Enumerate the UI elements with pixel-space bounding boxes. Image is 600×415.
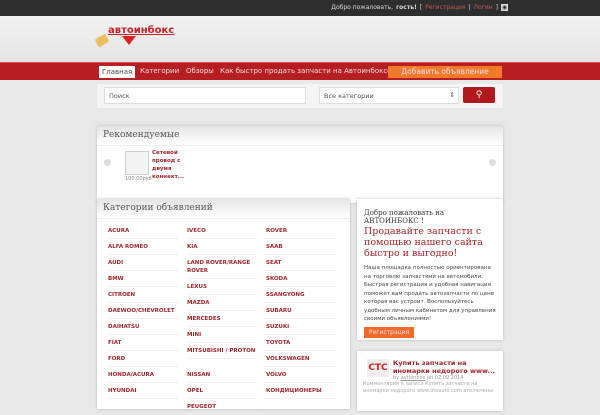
category-link[interactable]: SAAB [266,243,336,255]
add-listing-button[interactable]: Добавить объявление [388,66,502,78]
welcome-panel: Добро пожаловать на АВТОИНБОКС ! Продава… [357,199,503,340]
prev-arrow-icon[interactable] [104,159,111,166]
nav-how-to-sell[interactable]: Как быстро продать запчасти на Автоинбок… [220,67,397,75]
separator: [ [419,4,423,11]
category-link[interactable]: HYUNDAI [108,387,178,399]
nav-home[interactable]: Главная [99,66,136,78]
category-link[interactable]: VOLVO [266,371,336,383]
category-link[interactable]: MERCEDES [187,315,257,327]
header [0,16,600,62]
category-link[interactable]: BMW [108,275,178,287]
welcome-slogan: Продавайте запчасти с помощью нашего сай… [364,226,483,259]
register-button[interactable]: Регистрация [364,326,415,338]
post-thumbnail[interactable]: СТС [367,359,389,377]
search-input[interactable]: Поиск [104,87,306,104]
category-link[interactable]: КОНДИЦИОНЕРЫ [266,387,336,399]
category-link[interactable]: VOLKSWAGEN [266,355,336,367]
category-link[interactable]: FORD [108,355,178,367]
welcome-text: Добро пожаловать, [331,4,394,11]
logo-text: автоинбокс [108,25,175,36]
category-link[interactable]: DAIHATSU [108,323,178,335]
arrow-down-icon [122,36,136,45]
post-title[interactable]: Купить запчасти на иномарки недорого www… [393,359,497,375]
category-link[interactable]: ALFA ROMEO [108,243,178,255]
select-arrows-icon: ⇕ [449,91,455,99]
category-link[interactable]: SSANGYONG [266,291,336,303]
category-link[interactable]: SKODA [266,275,336,287]
category-link[interactable]: ROVER [266,227,336,239]
categories-panel: Категории объявлений ACURA ALFA ROMEO AUDI… [97,199,350,415]
category-link[interactable]: FIAT [108,339,178,351]
category-link[interactable]: OPEL [187,387,257,399]
separator: | [468,4,471,11]
featured-title: Рекомендуемые [97,126,503,146]
nav-categories[interactable]: Категории [140,67,179,75]
featured-panel: Рекомендуемые 100.00руб Сетевой провод с… [97,126,503,203]
nav-reviews[interactable]: Обзоры [186,67,214,75]
guest-label: гость! [396,4,417,11]
search-button[interactable]: ⚲ [463,87,495,103]
item-title[interactable]: Сетевой провод с двумя коннект... [152,149,184,181]
separator: ] [495,4,498,11]
category-link[interactable]: KIA [187,243,257,255]
search-bar: Поиск Все категории ⇕ ⚲ [97,84,503,108]
next-arrow-icon[interactable] [489,159,496,166]
categories-title: Категории объявлений [97,199,350,219]
category-link[interactable]: MITSUBISHI / PROTON [187,347,257,359]
category-link[interactable]: DAEWOO/CHEVROLET [108,307,178,319]
search-icon: ⚲ [475,90,483,100]
welcome-text: Наша площадка полностью ориентирована на… [364,265,496,322]
category-link[interactable]: TOYOTA [266,339,336,351]
main-nav: Главная Категории Обзоры Как быстро прод… [0,62,600,80]
item-thumbnail[interactable] [125,151,149,175]
rss-icon[interactable]: ◉ [501,4,508,11]
welcome-title: Добро пожаловать на АВТОИНБОКС ! [364,209,445,225]
category-link[interactable]: AUDI [108,259,178,271]
item-price: 100.00руб [125,176,152,182]
category-link[interactable]: ACURA [108,227,178,239]
post-excerpt: Комментарии к записи Купить запчасти на … [363,381,493,394]
category-link[interactable]: PEUGEOT [187,403,257,415]
login-link[interactable]: Логин [473,4,492,11]
category-select-value: Все категории [324,92,374,100]
category-link[interactable]: NISSAN [187,371,257,383]
register-link[interactable]: Регистрация [425,4,465,11]
site-logo[interactable]: автоинбокс [94,25,186,55]
category-link[interactable]: IVECO [187,227,257,239]
category-link[interactable]: CITROEN [108,291,178,303]
category-link[interactable]: LAND ROVER/RANGE ROVER [187,259,257,279]
category-link[interactable]: HONDA/ACURA [108,371,178,383]
category-link[interactable]: SUBARU [266,307,336,319]
top-bar: Добро пожаловать, гость! [ Регистрация |… [0,0,600,16]
category-link[interactable]: LEXUS [187,283,257,295]
category-link[interactable]: MAZDA [187,299,257,311]
post-panel: СТС Купить запчасти на иномарки недорого… [357,351,503,411]
category-link[interactable]: MINI [187,331,257,343]
category-link[interactable]: SUZUKI [266,323,336,335]
category-link[interactable]: SEAT [266,259,336,271]
category-select[interactable]: Все категории ⇕ [319,87,459,104]
